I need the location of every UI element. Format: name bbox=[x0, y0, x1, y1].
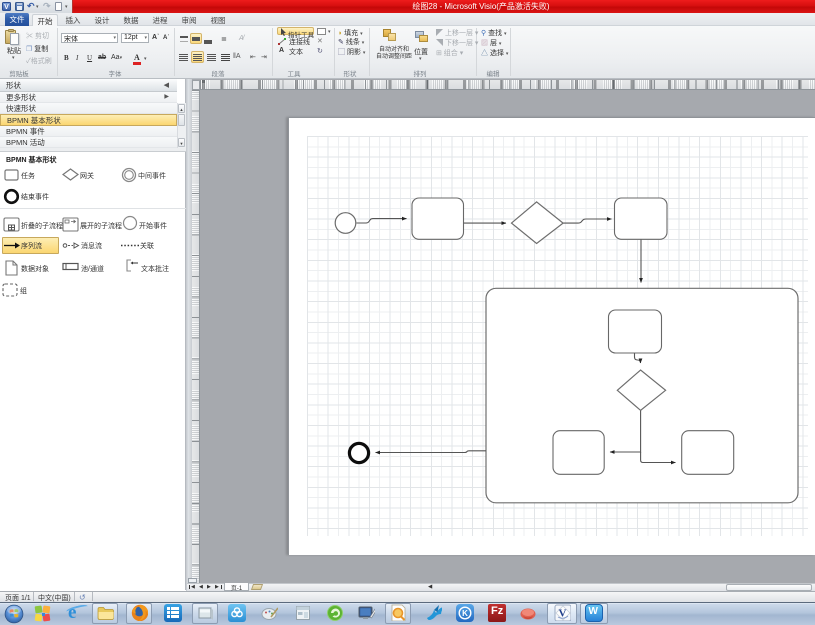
svg-text:K: K bbox=[462, 609, 468, 618]
